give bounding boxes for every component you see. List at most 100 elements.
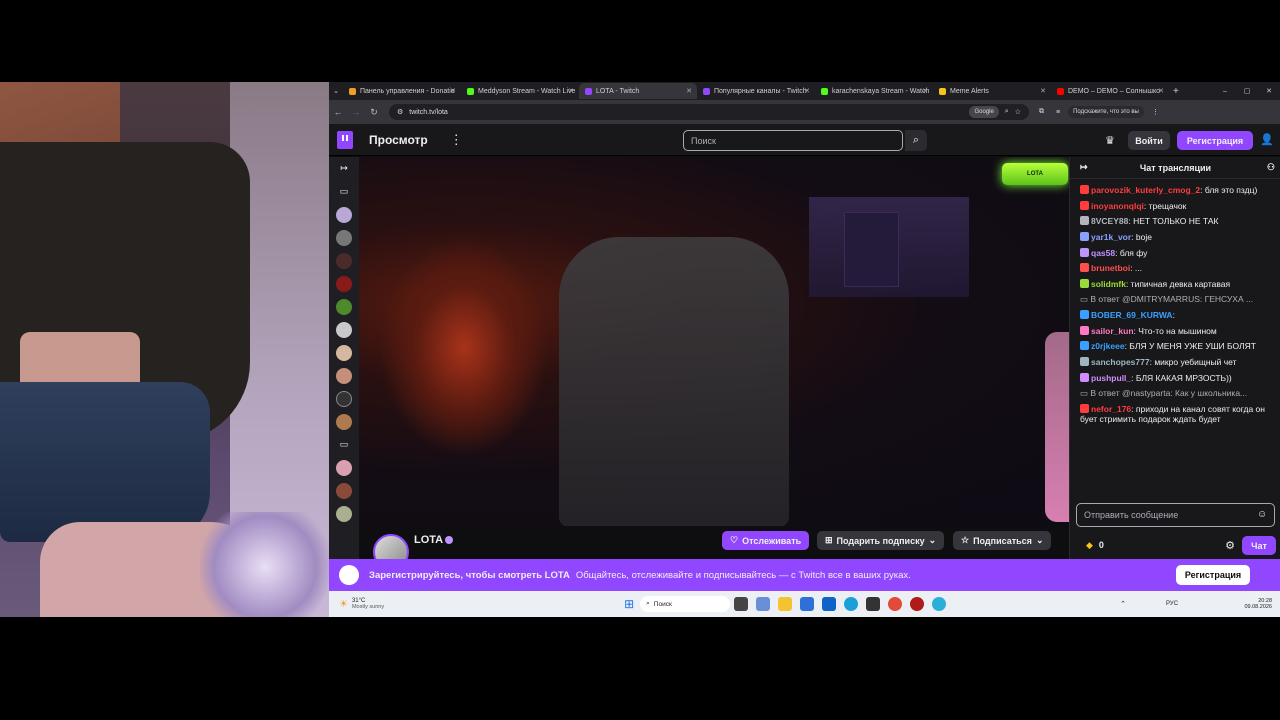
url-field[interactable]: ⚙ twitch.tv/lota Google ⌕ ☆	[389, 104, 1029, 120]
collapse-chat-icon[interactable]: ↦	[1080, 162, 1088, 173]
expand-sidebar-icon[interactable]: ↦	[340, 163, 348, 174]
users-icon[interactable]: ⚇	[1267, 162, 1275, 173]
more-menu-icon[interactable]: ⋮	[450, 132, 463, 148]
channel-avatar[interactable]	[336, 413, 352, 430]
chat-username[interactable]: sanchopes777	[1091, 357, 1150, 367]
tab-close-icon[interactable]: ✕	[804, 87, 810, 95]
widgets-icon[interactable]	[756, 597, 771, 611]
banner-signup-button[interactable]: Регистрация	[1176, 565, 1250, 585]
channel-avatar[interactable]	[336, 344, 352, 361]
chat-message[interactable]: ▭ В ответ @DMITRYMARRUS: ГЕНСУХА ...	[1080, 294, 1267, 305]
chat-settings-icon[interactable]: ⚙	[1225, 539, 1235, 552]
twitch-logo-icon[interactable]	[337, 130, 353, 149]
video-player[interactable]: LOTA	[359, 157, 1069, 526]
browser-tab[interactable]: Панель управления - Donatio ✕	[343, 83, 461, 99]
minimize-icon[interactable]: –	[1214, 88, 1236, 95]
chat-message[interactable]: ▭ В ответ @nastyparta: Как у школьника..…	[1080, 388, 1267, 399]
channel-avatar[interactable]	[336, 482, 352, 499]
start-icon[interactable]: ⊞	[624, 597, 634, 611]
zoom-icon[interactable]: ⌕	[1005, 108, 1009, 116]
browser-tab[interactable]: karachenskaya Stream - Watch ✕	[815, 83, 933, 99]
tab-close-icon[interactable]: ✕	[568, 87, 574, 95]
tab-list-icon[interactable]: ⌄	[329, 87, 343, 95]
chat-username[interactable]: BOBER_69_KURWA	[1091, 310, 1173, 320]
user-icon[interactable]: 👤	[1260, 133, 1274, 146]
channel-avatar[interactable]	[336, 459, 352, 476]
channel-name[interactable]: LOTA	[414, 534, 443, 546]
chat-message[interactable]: brunetboi: ...	[1080, 263, 1267, 274]
chat-username[interactable]: inoyanonqlqi	[1091, 201, 1144, 211]
chat-message-list[interactable]: parovozik_kuterly_cmog_2: бля это пздц) i…	[1070, 185, 1275, 491]
chat-message[interactable]: pushpull_: БЛЯ КАКАЯ МРЗОСТЬ))	[1080, 372, 1267, 384]
outlook-icon[interactable]	[822, 597, 837, 611]
site-info-icon[interactable]: ⚙	[397, 108, 403, 116]
channel-avatar[interactable]	[336, 505, 352, 522]
browser-tab[interactable]: LOTA - Twitch ✕	[579, 83, 697, 99]
tab-close-icon[interactable]: ✕	[922, 87, 928, 95]
chat-username[interactable]: parovozik_kuterly_cmog_2	[1091, 185, 1200, 195]
weather-widget[interactable]: 31°C Mostly sunny	[352, 598, 384, 611]
reload-icon[interactable]: ↻	[365, 107, 383, 118]
channel-avatar[interactable]	[336, 367, 352, 384]
chat-message[interactable]: qas58: бля фу	[1080, 247, 1267, 259]
profile-chip[interactable]: Подскажите, что это вы	[1068, 106, 1144, 118]
tab-close-icon[interactable]: ✕	[450, 87, 456, 95]
subscribe-button[interactable]: ☆ Подписаться ⌄	[953, 531, 1052, 550]
task-view-icon[interactable]	[734, 597, 749, 611]
chat-message[interactable]: nefor_176: приходи на канал совят когда …	[1080, 403, 1267, 425]
chat-username[interactable]: brunetboi	[1091, 263, 1130, 273]
app-icon[interactable]	[910, 597, 925, 611]
tab-close-icon[interactable]: ✕	[686, 87, 692, 95]
chat-username[interactable]: nefor_176	[1091, 404, 1131, 414]
chat-username[interactable]: yar1k_vor	[1091, 232, 1131, 242]
chat-message[interactable]: solidmfk: типичная девка картавая	[1080, 278, 1267, 290]
browser-tab[interactable]: Meme Alerts ✕	[933, 83, 1051, 99]
chat-input[interactable]: Отправить сообщение	[1076, 503, 1275, 527]
search-input[interactable]: Поиск	[683, 130, 903, 151]
channel-avatar[interactable]	[336, 321, 352, 338]
tab-close-icon[interactable]: ✕	[1158, 87, 1164, 95]
chat-username[interactable]: pushpull_	[1091, 373, 1131, 383]
chat-message[interactable]: 8VCEY88: НЕТ ТОЛЬКО НЕ ТАК	[1080, 216, 1267, 227]
browser-tab[interactable]: Meddyson Stream - Watch Live ✕	[461, 83, 579, 99]
edge-icon[interactable]	[844, 597, 859, 611]
channel-avatar[interactable]	[336, 252, 352, 269]
taskbar-search[interactable]: ⌕ Поиск	[640, 596, 731, 612]
login-button[interactable]: Войти	[1128, 131, 1170, 150]
chat-username[interactable]: qas58	[1091, 248, 1115, 258]
chat-message[interactable]: BOBER_69_KURWA:	[1080, 310, 1267, 321]
tab-close-icon[interactable]: ✕	[1040, 87, 1046, 95]
forward-icon[interactable]: →	[347, 107, 365, 117]
new-tab-button[interactable]: +	[1173, 86, 1179, 97]
weather-icon[interactable]: ☀	[339, 599, 348, 610]
maximize-icon[interactable]: ▢	[1236, 87, 1258, 95]
chat-message[interactable]: sailor_kun: Что-то на мышином	[1080, 325, 1267, 337]
search-button[interactable]: ⌕	[905, 130, 927, 151]
google-chip[interactable]: Google	[969, 106, 999, 118]
prime-crown-icon[interactable]: ♛	[1105, 134, 1115, 147]
chat-message[interactable]: z0rjkeee: БЛЯ У МЕНЯ УЖЕ УШИ БОЛЯТ	[1080, 341, 1267, 352]
chrome-icon[interactable]	[888, 597, 903, 611]
channel-avatar[interactable]	[336, 229, 352, 246]
window-close-icon[interactable]: ✕	[1258, 87, 1280, 95]
app-icon[interactable]	[932, 597, 947, 611]
follow-button[interactable]: ♡ Отслеживать	[722, 531, 810, 550]
signup-button[interactable]: Регистрация	[1177, 131, 1253, 150]
chat-message[interactable]: parovozik_kuterly_cmog_2: бля это пздц)	[1080, 185, 1267, 196]
channel-avatar[interactable]	[336, 390, 352, 407]
clock[interactable]: 20:28 09.08.2026	[1244, 598, 1272, 610]
chat-username[interactable]: z0rjkeee	[1091, 341, 1125, 351]
chat-username[interactable]: solidmfk	[1091, 279, 1126, 289]
store-icon[interactable]	[800, 597, 815, 611]
lang-indicator[interactable]: РУС	[1166, 601, 1178, 607]
browser-tab[interactable]: Популярные каналы - Twitch ✕	[697, 83, 815, 99]
extensions-icon[interactable]: ⧉	[1039, 108, 1044, 116]
browser-tab[interactable]: DEMO – DEMO – Солнышко ✕	[1051, 83, 1169, 99]
channel-avatar[interactable]	[336, 206, 352, 223]
browser-menu-icon[interactable]: ⋮	[1152, 108, 1159, 116]
chat-message[interactable]: yar1k_vor: boje	[1080, 231, 1267, 243]
emote-picker-icon[interactable]: ☺	[1257, 509, 1267, 520]
chat-message[interactable]: inoyanonqlqi: трещачок	[1080, 200, 1267, 212]
menu-icon[interactable]: ≡	[1056, 109, 1060, 116]
shield-icon[interactable]	[866, 597, 881, 611]
